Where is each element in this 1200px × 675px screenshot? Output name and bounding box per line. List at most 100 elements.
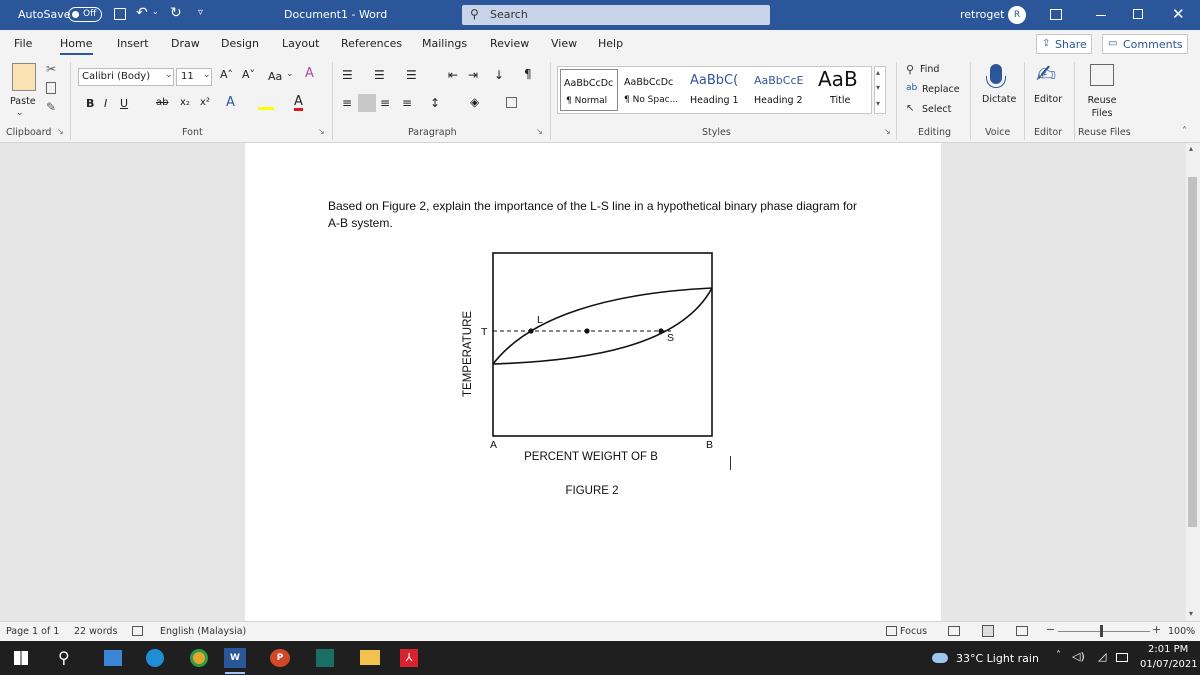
dialog-launcher-icon[interactable]: ↘	[884, 127, 891, 136]
dictate-button[interactable]: Dictate	[982, 94, 1016, 105]
tab-references[interactable]: References	[341, 37, 402, 50]
paste-button[interactable]: Paste	[10, 96, 36, 107]
find-button[interactable]: Find	[920, 64, 939, 75]
close-icon[interactable]: ✕	[1172, 5, 1185, 23]
vertical-scrollbar[interactable]: ▴ ▾	[1186, 143, 1200, 621]
weather-icon[interactable]	[932, 653, 948, 663]
user-name[interactable]: retroget	[960, 8, 1004, 21]
clock-date[interactable]: 01/07/2021	[1140, 659, 1198, 670]
cut-icon[interactable]: ✂	[46, 62, 56, 76]
customize-qat-icon[interactable]: ▿	[198, 7, 203, 18]
focus-button[interactable]: Focus	[900, 626, 927, 637]
proofing-icon[interactable]	[132, 626, 143, 636]
search-icon[interactable]: ⚲	[58, 648, 70, 667]
weather-text[interactable]: 33°C Light rain	[956, 652, 1039, 665]
font-size-select[interactable]: 11 ⌄	[176, 68, 212, 86]
zoom-out-icon[interactable]: −	[1046, 623, 1055, 636]
tab-mailings[interactable]: Mailings	[422, 37, 467, 50]
collapse-ribbon-icon[interactable]: ˄	[1182, 126, 1187, 137]
justify-icon[interactable]: ≡	[402, 96, 412, 110]
show-hidden-icons-icon[interactable]: ˄	[1056, 650, 1061, 661]
clock-time[interactable]: 2:01 PM	[1148, 644, 1188, 655]
read-mode-icon[interactable]	[948, 626, 960, 636]
increase-indent-icon[interactable]: ⇥	[468, 68, 478, 82]
show-formatting-icon[interactable]: ¶	[524, 67, 532, 81]
save-icon[interactable]	[114, 8, 126, 20]
tab-home[interactable]: Home	[60, 37, 92, 50]
dialog-launcher-icon[interactable]: ↘	[536, 127, 543, 136]
style-heading-2[interactable]: AaBbCcE Heading 2	[752, 69, 812, 111]
task-app-icon[interactable]	[104, 650, 122, 666]
zoom-level[interactable]: 100%	[1168, 626, 1195, 637]
strikethrough-icon[interactable]: ab	[156, 97, 168, 108]
scroll-up-icon[interactable]: ▴	[1189, 144, 1193, 153]
scrollbar-thumb[interactable]	[1188, 177, 1197, 527]
more-styles-icon[interactable]: ▾	[876, 99, 880, 108]
language-indicator[interactable]: English (Malaysia)	[160, 626, 246, 637]
format-painter-icon[interactable]: ✎	[46, 100, 56, 114]
bold-icon[interactable]: B	[86, 97, 94, 110]
align-left-icon[interactable]: ≡	[342, 96, 352, 110]
document-page[interactable]: Based on Figure 2, explain the importanc…	[245, 143, 941, 621]
wifi-icon[interactable]: ◿	[1098, 650, 1106, 663]
tab-insert[interactable]: Insert	[117, 37, 149, 50]
replace-button[interactable]: Replace	[922, 84, 960, 95]
zoom-in-icon[interactable]: +	[1152, 623, 1161, 636]
dialog-launcher-icon[interactable]: ↘	[318, 127, 325, 136]
tab-file[interactable]: File	[14, 37, 32, 50]
media-app-icon[interactable]	[316, 649, 334, 667]
grow-font-icon[interactable]: A˄	[220, 68, 233, 81]
shrink-font-icon[interactable]: A˅	[242, 68, 255, 81]
avatar[interactable]: R	[1008, 6, 1026, 24]
style-normal[interactable]: AaBbCcDc ¶ Normal	[560, 69, 618, 111]
undo-icon[interactable]: ↶	[136, 5, 148, 21]
tab-design[interactable]: Design	[221, 37, 259, 50]
undo-dropdown-icon[interactable]: ⌄	[152, 7, 159, 16]
autosave-toggle[interactable]: Off	[68, 7, 102, 22]
dialog-launcher-icon[interactable]: ↘	[57, 127, 64, 136]
reuse-files-button[interactable]: Reuse Files	[1082, 94, 1122, 120]
acrobat-icon[interactable]: ⅄	[400, 649, 418, 667]
italic-icon[interactable]: I	[104, 97, 107, 110]
page-count[interactable]: Page 1 of 1	[6, 626, 59, 637]
word-count[interactable]: 22 words	[74, 626, 117, 637]
style-title[interactable]: AaB Title	[816, 67, 870, 111]
edge-icon[interactable]	[146, 649, 164, 667]
chevron-down-icon[interactable]: ⌄	[286, 69, 294, 79]
styles-scroll[interactable]: ▴ ▾ ▾	[874, 66, 886, 114]
multilevel-list-icon[interactable]: ☰	[406, 68, 417, 82]
highlight-icon[interactable]	[258, 96, 274, 110]
paste-dropdown-icon[interactable]: ⌄	[16, 108, 24, 118]
share-button[interactable]: ⇪ Share	[1036, 34, 1092, 54]
scroll-down-icon[interactable]: ▾	[1189, 609, 1193, 618]
font-color-icon[interactable]: A	[294, 95, 303, 111]
text-effects-icon[interactable]: A	[226, 95, 235, 110]
tab-help[interactable]: Help	[598, 37, 623, 50]
copy-icon[interactable]	[46, 82, 56, 94]
clear-formatting-icon[interactable]: A	[305, 66, 314, 81]
redo-icon[interactable]: ↻	[170, 5, 182, 21]
align-center-icon[interactable]	[358, 94, 376, 112]
tab-review[interactable]: Review	[490, 37, 529, 50]
word-icon[interactable]: W	[224, 648, 246, 668]
numbering-icon[interactable]: ☰	[374, 68, 385, 82]
scroll-up-icon[interactable]: ▴	[876, 68, 880, 77]
superscript-icon[interactable]: x²	[200, 97, 210, 108]
zoom-slider-thumb[interactable]	[1100, 625, 1103, 637]
select-button[interactable]: Select	[922, 104, 951, 115]
subscript-icon[interactable]: x₂	[180, 97, 190, 108]
tab-layout[interactable]: Layout	[282, 37, 319, 50]
powerpoint-icon[interactable]: P	[270, 649, 290, 667]
style-no-spacing[interactable]: AaBbCcDc ¶ No Spac...	[622, 69, 684, 111]
tab-view[interactable]: View	[551, 37, 577, 50]
style-heading-1[interactable]: AaBbC( Heading 1	[688, 69, 748, 111]
decrease-indent-icon[interactable]: ⇤	[448, 68, 458, 82]
line-spacing-icon[interactable]: ↕	[430, 96, 440, 110]
battery-icon[interactable]	[1116, 653, 1128, 662]
search-box[interactable]: ⚲ Search	[462, 5, 770, 25]
web-layout-icon[interactable]	[1016, 626, 1028, 636]
align-right-icon[interactable]: ≡	[380, 96, 390, 110]
print-layout-icon[interactable]	[982, 625, 994, 637]
minimize-icon[interactable]	[1096, 15, 1106, 16]
file-explorer-icon[interactable]	[360, 650, 380, 665]
